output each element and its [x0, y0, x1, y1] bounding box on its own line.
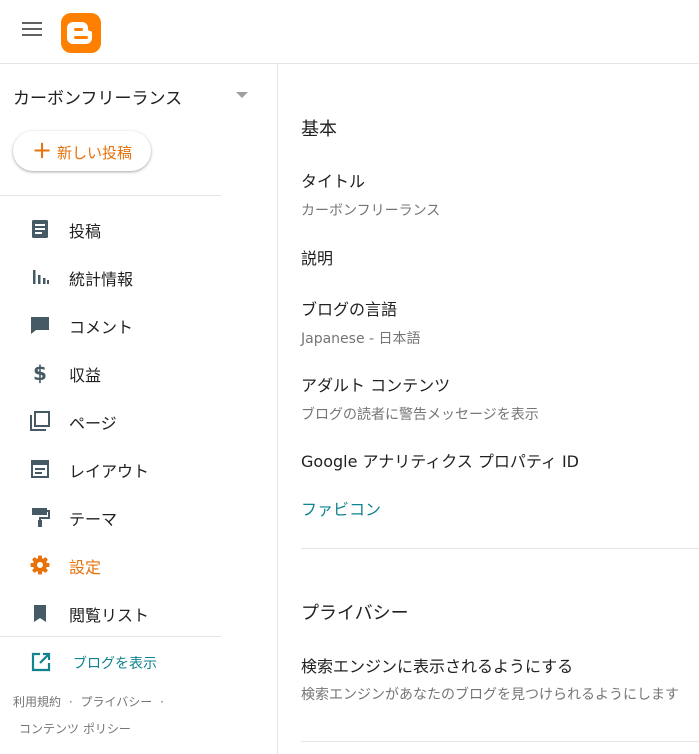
- setting-adult-content-value: ブログの読者に警告メッセージを表示: [301, 407, 539, 423]
- view-blog-link[interactable]: ブログを表示: [0, 648, 220, 678]
- blogger-logo-icon[interactable]: [61, 13, 101, 53]
- section-divider: [301, 548, 699, 549]
- sidebar-item-label: 投稿: [69, 222, 102, 241]
- sidebar-divider: [0, 195, 221, 196]
- posts-icon: [29, 218, 51, 240]
- open-in-new-icon: [31, 652, 51, 676]
- setting-description[interactable]: 説明: [301, 245, 333, 269]
- terms-link[interactable]: 利用規約: [13, 695, 61, 709]
- sidebar-item-label: 収益: [69, 366, 102, 385]
- sidebar-item-label: 閲覧リスト: [69, 606, 150, 625]
- gear-icon: [29, 554, 51, 576]
- sidebar-item-theme[interactable]: テーマ: [0, 496, 260, 536]
- comment-icon: [29, 314, 51, 336]
- pages-icon: [29, 410, 51, 432]
- footer-separator: ·: [160, 695, 164, 709]
- sidebar-item-label: レイアウト: [69, 462, 150, 481]
- setting-search-visibility-value: 検索エンジンがあなたのブログを見つけられるようにします: [301, 687, 679, 703]
- setting-analytics-id[interactable]: Google アナリティクス プロパティ ID: [301, 448, 579, 472]
- sidebar-item-label: 統計情報: [69, 270, 134, 289]
- top-bar: [0, 0, 699, 64]
- blog-selector[interactable]: カーボンフリーランス: [13, 84, 253, 109]
- setting-language[interactable]: ブログの言語: [301, 296, 397, 320]
- sidebar-divider: [0, 636, 221, 637]
- blog-name: カーボンフリーランス: [13, 89, 183, 109]
- dropdown-caret-icon: [236, 92, 248, 98]
- view-blog-label: ブログを表示: [73, 656, 157, 672]
- section-title-basic: 基本: [301, 119, 337, 140]
- setting-adult-content[interactable]: アダルト コンテンツ: [301, 372, 450, 396]
- new-post-button[interactable]: + 新しい投稿: [13, 131, 151, 171]
- sidebar-item-reading-list[interactable]: 閲覧リスト: [0, 592, 260, 632]
- footer-separator: ·: [68, 695, 73, 709]
- theme-icon: [29, 506, 51, 528]
- section-title-privacy: プライバシー: [301, 603, 409, 624]
- sidebar-item-label: ページ: [69, 414, 117, 433]
- new-post-label: 新しい投稿: [57, 144, 133, 162]
- footer-links: 利用規約 · プライバシー · コンテンツ ポリシー: [13, 689, 253, 743]
- setting-title-value: カーボンフリーランス: [301, 203, 441, 219]
- setting-language-value: Japanese - 日本語: [301, 331, 421, 347]
- sidebar-item-comments[interactable]: コメント: [0, 304, 260, 344]
- sidebar-item-posts[interactable]: 投稿: [0, 208, 260, 248]
- hamburger-menu-icon[interactable]: [22, 22, 44, 42]
- sidebar-item-earnings[interactable]: $ 収益: [0, 352, 260, 392]
- sidebar-item-pages[interactable]: ページ: [0, 400, 260, 440]
- privacy-link[interactable]: プライバシー: [81, 695, 153, 709]
- bookmark-icon: [29, 602, 51, 624]
- dollar-icon: $: [33, 361, 47, 385]
- content-policy-link[interactable]: コンテンツ ポリシー: [13, 722, 131, 736]
- sidebar-item-settings[interactable]: 設定: [0, 544, 260, 584]
- plus-icon: +: [32, 136, 53, 164]
- settings-panel: 基本 タイトル カーボンフリーランス 説明 ブログの言語 Japanese - …: [278, 64, 699, 754]
- layout-icon: [29, 458, 51, 480]
- stats-icon: [29, 266, 51, 288]
- sidebar: カーボンフリーランス + 新しい投稿 投稿 統計情報 コメント $ 収益 ページ: [0, 64, 278, 754]
- sidebar-item-label: 設定: [69, 558, 102, 577]
- sidebar-item-stats[interactable]: 統計情報: [0, 256, 260, 296]
- setting-favicon-link[interactable]: ファビコン: [301, 496, 381, 520]
- setting-title[interactable]: タイトル: [301, 168, 365, 192]
- sidebar-item-label: コメント: [69, 318, 134, 337]
- sidebar-item-label: テーマ: [69, 510, 118, 529]
- setting-search-visibility[interactable]: 検索エンジンに表示されるようにする: [301, 653, 573, 677]
- sidebar-item-layout[interactable]: レイアウト: [0, 448, 260, 488]
- section-divider: [301, 741, 699, 742]
